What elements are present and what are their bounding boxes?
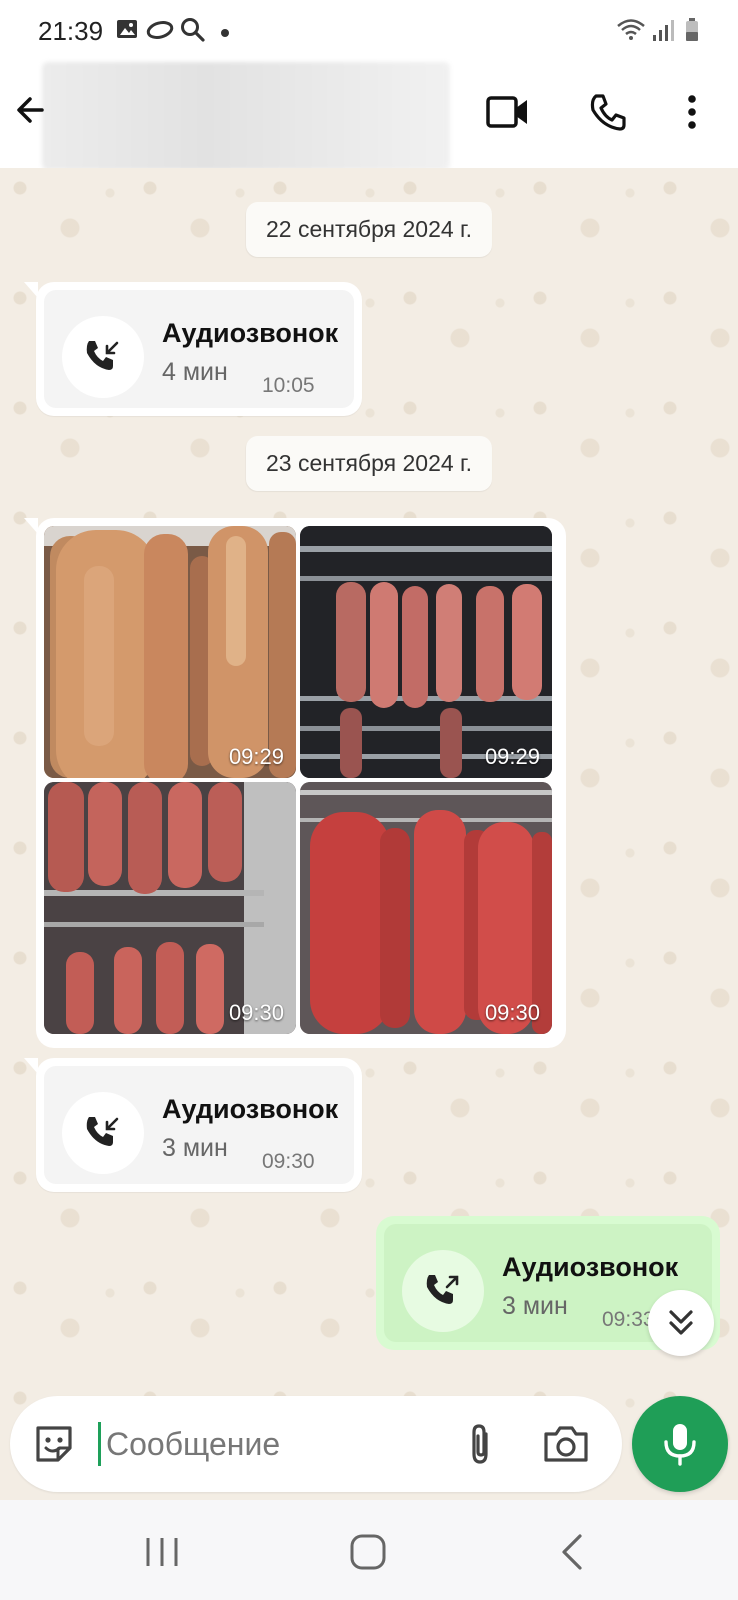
text-caret (98, 1422, 101, 1466)
dot-icon (220, 25, 230, 43)
search-icon (180, 17, 206, 48)
scroll-to-bottom-button[interactable] (648, 1290, 714, 1356)
photo-time: 09:29 (484, 744, 540, 769)
contact-info-blurred[interactable] (42, 62, 450, 170)
system-nav-bar (0, 1500, 738, 1600)
call-title: Аудиозвонок (162, 318, 339, 348)
photo-time: 09:30 (228, 1000, 284, 1025)
call-card[interactable]: Аудиозвонок 3 мин 09:30 (44, 1066, 354, 1184)
voicemail-icon (145, 17, 175, 46)
gallery-icon (116, 17, 138, 46)
photo-time: 09:29 (228, 744, 284, 769)
mic-icon (664, 1424, 696, 1466)
more-vert-icon[interactable] (668, 88, 716, 136)
date-separator: 23 сентября 2024 г. (245, 436, 493, 491)
date-separator: 22 сентября 2024 г. (245, 202, 493, 257)
call-title: Аудиозвонок (162, 1094, 339, 1124)
home-icon[interactable] (346, 1530, 390, 1574)
recents-icon[interactable] (140, 1530, 184, 1574)
battery-icon (684, 17, 700, 48)
chat-area[interactable]: 22 сентября 2024 г. Аудиозвонок 4 мин 10… (0, 168, 738, 1498)
call-message[interactable]: Аудиозвонок 4 мин 10:05 (24, 282, 362, 416)
message-time: 10:05 (262, 374, 315, 397)
outgoing-call-icon (402, 1250, 484, 1332)
photo-time: 09:30 (484, 1000, 540, 1025)
voice-record-button[interactable] (632, 1396, 728, 1492)
call-duration: 3 мин (162, 1134, 228, 1162)
message-input[interactable] (106, 1420, 436, 1468)
chat-header (0, 60, 738, 170)
message-composer (10, 1396, 622, 1492)
incoming-call-icon (62, 316, 144, 398)
photo-thumbnail[interactable]: 09:29 (300, 526, 552, 778)
call-title: Аудиозвонок (502, 1252, 679, 1282)
photo-album-message[interactable]: 09:29 09:29 09:30 09:30 (24, 518, 566, 1048)
photo-thumbnail[interactable]: 09:30 (44, 782, 296, 1034)
message-time: 09:30 (262, 1150, 315, 1173)
signal-icon (652, 17, 674, 48)
back-icon[interactable] (552, 1530, 596, 1574)
call-duration: 3 мин (502, 1292, 568, 1320)
sticker-icon[interactable] (30, 1420, 78, 1468)
incoming-call-icon (62, 1092, 144, 1174)
call-message[interactable]: Аудиозвонок 3 мин 09:30 (24, 1058, 362, 1192)
wifi-icon (616, 17, 646, 48)
call-duration: 4 мин (162, 358, 228, 386)
photo-thumbnail[interactable]: 09:29 (44, 526, 296, 778)
photo-sausages-large (300, 782, 552, 1034)
phone-icon[interactable] (584, 88, 632, 136)
status-time: 21:39 (38, 16, 104, 46)
call-card[interactable]: Аудиозвонок 4 мин 10:05 (44, 290, 354, 408)
photo-sausages-rack (44, 782, 296, 1034)
photo-sausages-hanging (300, 526, 552, 778)
status-bar: 21:39 (0, 0, 738, 60)
attach-icon[interactable] (456, 1420, 504, 1468)
video-call-icon[interactable] (484, 88, 532, 136)
back-arrow-icon[interactable] (12, 90, 52, 130)
photo-sausage-closeup (44, 526, 296, 778)
photo-thumbnail[interactable]: 09:30 (300, 782, 552, 1034)
double-chevron-down-icon (669, 1310, 693, 1335)
message-time: 09:33 (602, 1308, 655, 1331)
camera-icon[interactable] (540, 1420, 592, 1468)
